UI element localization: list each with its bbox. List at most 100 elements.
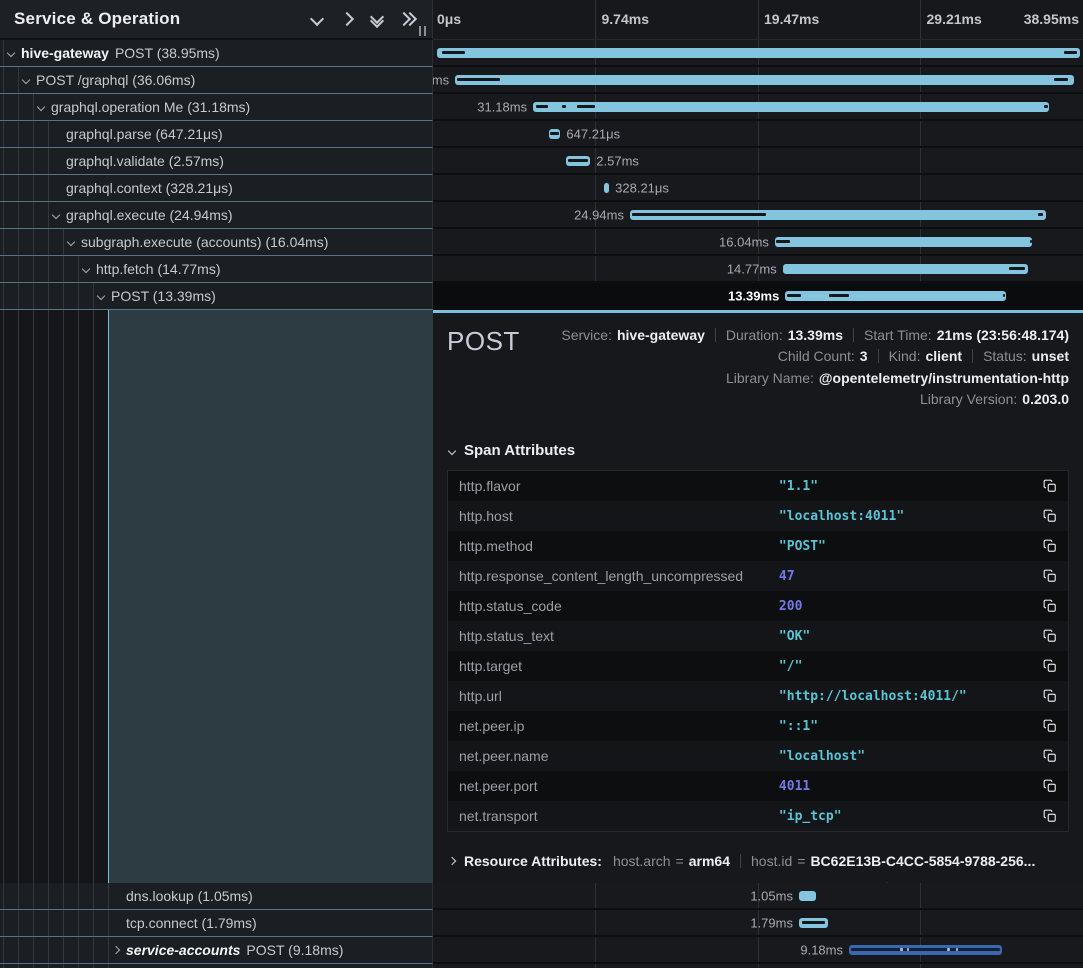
panel-resize-handle[interactable] [419,26,426,36]
span-duration-cell[interactable]: 31.18ms [433,94,1083,121]
chevron-down-icon[interactable] [302,5,332,33]
child-span-mark [1009,267,1025,270]
span-tree-item[interactable]: tcp.connect (1.79ms) [0,910,433,937]
operation-name: POST /graphql (36.06ms) [36,72,195,88]
span-row: graphql.parse (647.21μs)647.21μs [0,121,1083,148]
child-span-mark [1064,51,1077,54]
copy-icon[interactable] [1043,599,1057,613]
span-tree-item[interactable]: graphql.validate (2.57ms) [0,148,433,175]
copy-icon[interactable] [1043,629,1057,643]
operation-name: graphql.context (328.21μs) [66,180,233,196]
span-duration-cell[interactable]: 16.04ms [433,229,1083,256]
resource-attributes-row[interactable]: Resource Attributes: host.arch=arm64host… [447,853,1069,869]
span-row: http.fetch (14.77ms) 14.77ms [0,256,1083,283]
meta-separator [972,349,973,363]
attribute-value: "OK" [779,629,1043,644]
span-bar[interactable] [785,291,1005,301]
tree-indent-guides [0,121,60,147]
span-tree-item[interactable]: hive-gatewayPOST (38.95ms) [0,40,433,67]
span-tree-item[interactable]: graphql.execute (24.94ms) [0,202,433,229]
meta-label: Status: [983,348,1027,364]
copy-icon[interactable] [1043,749,1057,763]
copy-icon[interactable] [1043,569,1057,583]
span-tree-item[interactable]: graphql.context (328.21μs) [0,175,433,202]
span-attributes-header[interactable]: Span Attributes [449,442,1069,459]
child-span-mark [1054,78,1068,81]
span-duration-label: 328.21μs [615,180,669,195]
trace-viewer: Service & Operation 0μs9.74ms19.47ms29.2… [0,0,1083,968]
copy-icon[interactable] [1043,779,1057,793]
span-tree-item[interactable]: POST (13.39ms) [0,283,433,310]
span-bar[interactable] [630,210,1046,220]
equals-sign: = [676,853,684,869]
span-bar[interactable] [775,237,1032,247]
span-duration-cell[interactable] [433,40,1083,67]
attribute-row: http.status_text"OK" [448,621,1068,651]
span-duration-cell[interactable]: 13.39ms [433,283,1083,310]
timeline-tick: 29.21ms [927,11,982,27]
span-bar[interactable] [799,918,828,928]
span-bar[interactable] [783,264,1028,274]
span-bar[interactable] [549,129,561,139]
span-bar[interactable] [849,945,1002,955]
span-row: subgraph.execute (accounts) (16.04ms)16.… [0,229,1083,256]
span-duration-cell[interactable]: 9.18ms [433,937,1083,964]
span-attributes-title: Span Attributes [464,442,575,459]
span-row: graphql.execute (24.94ms)24.94ms [0,202,1083,229]
span-bar[interactable] [533,102,1049,112]
attribute-row: http.flavor"1.1" [448,471,1068,501]
span-tree-item[interactable]: dns.lookup (1.05ms) [0,883,433,910]
detail-meta-line: Child Count:3Kind:clientStatus:unset [520,346,1069,368]
span-bar[interactable] [566,156,590,166]
copy-icon[interactable] [1043,659,1057,673]
span-bar[interactable] [437,48,1080,58]
copy-icon[interactable] [1043,539,1057,553]
operation-name: http.fetch (14.77ms) [96,261,221,277]
copy-icon[interactable] [1043,689,1057,703]
copy-icon[interactable] [1043,479,1057,493]
child-span-mark [900,948,903,951]
span-tree-item[interactable]: service-accountsPOST (9.18ms) [0,937,433,964]
span-tree-item[interactable]: http.fetch (14.77ms) [0,256,433,283]
attribute-value: "::1" [779,719,1043,734]
span-tree-item[interactable]: POST /graphql (36.06ms) [0,67,433,94]
span-tree-item[interactable]: graphql.parse (647.21μs) [0,121,433,148]
attribute-key: http.response_content_length_uncompresse… [459,568,779,584]
child-span-mark [1030,240,1032,243]
child-span-mark [829,294,849,297]
span-duration-cell[interactable]: 1.79ms [433,910,1083,937]
double-chevron-down-icon[interactable] [362,5,392,33]
span-duration-cell[interactable]: 2.57ms [433,148,1083,175]
copy-icon[interactable] [1043,809,1057,823]
meta-label: Child Count: [778,348,855,364]
copy-icon[interactable] [1043,719,1057,733]
clipped-tree-cell [0,964,433,968]
span-row: POST (13.39ms)13.39ms [0,283,1083,310]
span-row: service-accountsPOST (9.18ms)9.18ms [0,937,1083,964]
tree-indent-guides [0,937,120,963]
span-bar[interactable] [455,75,1074,85]
span-bar[interactable] [604,183,609,193]
copy-icon[interactable] [1043,509,1057,523]
span-duration-cell[interactable]: 328.21μs [433,175,1083,202]
tree-indent-guides [0,148,60,174]
double-chevron-right-icon[interactable] [392,5,422,33]
span-duration-cell[interactable]: 24.94ms [433,202,1083,229]
span-duration-label: 1.79ms [750,915,793,930]
span-tree-item[interactable]: subgraph.execute (accounts) (16.04ms) [0,229,433,256]
tree-indent-guides [0,910,120,936]
span-duration-cell[interactable]: 1.05ms [433,883,1083,910]
child-span-mark [956,948,958,951]
timeline-header[interactable]: 0μs9.74ms19.47ms29.21ms38.95ms [433,0,1083,40]
span-bar[interactable] [799,891,817,901]
tree-indent-guides [0,964,120,968]
chevron-right-icon[interactable] [332,5,362,33]
span-row: graphql.validate (2.57ms)2.57ms [0,148,1083,175]
span-duration-cell[interactable]: 14.77ms [433,256,1083,283]
span-duration-cell[interactable]: 36.06ms [433,67,1083,94]
child-span-mark [1003,294,1005,297]
attribute-value: "1.1" [779,479,1043,494]
span-duration-cell[interactable]: 647.21μs [433,121,1083,148]
span-tree-item[interactable]: graphql.operation Me (31.18ms) [0,94,433,121]
child-span-mark [776,240,790,243]
